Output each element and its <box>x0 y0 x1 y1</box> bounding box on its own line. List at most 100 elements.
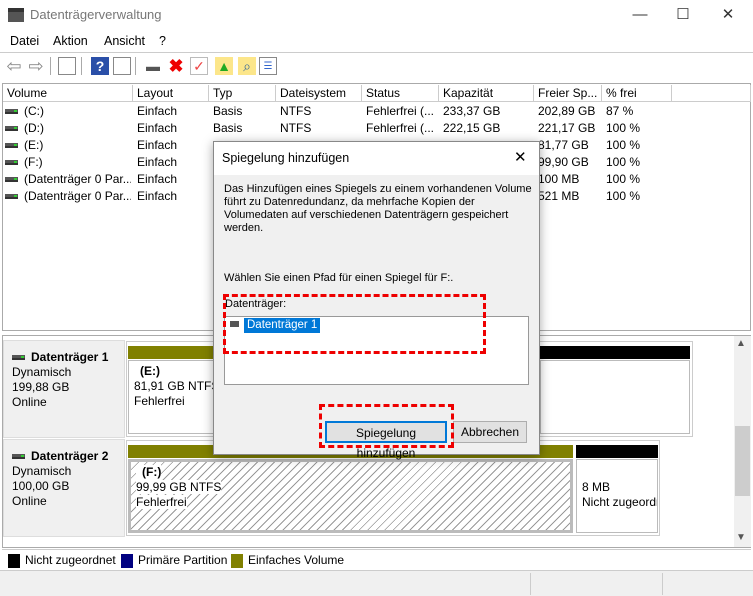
volume-name[interactable]: (D:) <box>5 120 131 137</box>
volume-name[interactable]: (F:) <box>5 154 131 171</box>
table-cell: Einfach <box>137 172 178 186</box>
dialog-prompt: Wählen Sie einen Pfad für einen Spiegel … <box>224 272 454 284</box>
dialog-close-button[interactable]: ✕ <box>514 148 527 166</box>
table-cell: 81,77 GB <box>538 138 589 152</box>
legend-simple-volume: Einfaches Volume <box>231 553 344 568</box>
column-header[interactable]: Dateisystem <box>276 85 362 102</box>
table-cell: Einfach <box>137 104 178 118</box>
disk-icon <box>12 454 25 460</box>
volume-icon <box>5 160 18 166</box>
unallocated-size: 8 MB <box>582 480 611 494</box>
menu-datei[interactable]: Datei <box>10 34 39 48</box>
add-mirror-dialog: Spiegelung hinzufügen ✕ Das Hinzufügen e… <box>213 141 540 460</box>
column-header[interactable]: Layout <box>133 85 209 102</box>
disk-state: Online <box>12 494 47 508</box>
legend: Nicht zugeordnet Primäre Partition Einfa… <box>2 549 751 569</box>
unallocated-space[interactable] <box>540 360 690 434</box>
cancel-button[interactable]: Abbrechen <box>453 421 527 443</box>
column-header[interactable]: Typ <box>209 85 276 102</box>
menu-aktion[interactable]: Aktion <box>53 34 88 48</box>
maximize-button[interactable]: ☐ <box>668 4 698 26</box>
volume-icon <box>5 143 18 149</box>
toolbar-separator <box>50 57 51 75</box>
table-cell: Fehlerfrei (... <box>366 104 435 118</box>
table-cell: 87 % <box>606 104 634 118</box>
table-cell: 221,17 GB <box>538 121 596 135</box>
table-cell: 100 % <box>606 172 641 186</box>
menu-help[interactable]: ? <box>159 34 166 48</box>
table-cell: 99,90 GB <box>538 155 589 169</box>
disk-name: Datenträger 1 <box>31 350 109 364</box>
column-header[interactable]: % frei <box>602 85 672 102</box>
disk-state: Online <box>12 395 47 409</box>
highlight-add-button <box>319 404 454 448</box>
window-title: Datenträgerverwaltung <box>30 7 162 22</box>
dialog-title: Spiegelung hinzufügen <box>214 142 539 175</box>
legend-primary: Primäre Partition <box>121 553 227 568</box>
toolbar-separator <box>81 57 82 75</box>
forward-icon[interactable]: ⇨ <box>27 56 45 76</box>
table-cell: Einfach <box>137 189 178 203</box>
back-icon[interactable]: ⇦ <box>5 56 23 76</box>
disk-1-label[interactable]: Datenträger 1 Dynamisch 199,88 GB Online <box>3 340 125 438</box>
scroll-down-icon[interactable]: ▼ <box>736 532 746 543</box>
minimize-button[interactable]: — <box>625 4 655 26</box>
up-folder-icon[interactable]: ▲ <box>215 57 233 75</box>
partition-size: 99,99 GB NTFS <box>136 480 222 494</box>
table-cell: Einfach <box>137 138 178 152</box>
volume-icon <box>5 194 18 200</box>
dialog-description: Das Hinzufügen eines Spiegels zu einem v… <box>224 183 532 234</box>
disk-size: 100,00 GB <box>12 479 70 493</box>
column-header[interactable]: Freier Sp... <box>534 85 602 102</box>
partition-label: (F:) <box>136 465 162 480</box>
unallocated-space[interactable]: 8 MB Nicht zugeordnet <box>576 459 658 533</box>
disk-name: Datenträger 2 <box>31 449 109 463</box>
volume-name[interactable]: (E:) <box>5 137 131 154</box>
column-header[interactable]: Volume <box>3 85 133 102</box>
scroll-up-icon[interactable]: ▲ <box>736 338 746 349</box>
disk-type: Dynamisch <box>12 365 72 379</box>
unallocated-bar <box>540 346 690 359</box>
table-cell: 202,89 GB <box>538 104 596 118</box>
disk-icon <box>12 355 25 361</box>
table-cell: 100 % <box>606 121 641 135</box>
delete-icon[interactable]: ✖ <box>167 56 185 76</box>
table-cell: Basis <box>213 121 243 135</box>
volume-name[interactable]: (C:) <box>5 103 131 120</box>
connect-disk-icon[interactable]: ▬ <box>144 57 162 75</box>
action-pane-icon[interactable] <box>113 57 131 75</box>
list-icon[interactable]: ☰ <box>259 57 277 75</box>
menu-ansicht[interactable]: Ansicht <box>104 34 145 48</box>
column-header[interactable] <box>672 85 751 102</box>
partition-f-selected[interactable]: (F:) 99,99 GB NTFS Fehlerfrei <box>128 459 573 533</box>
table-cell: 100 % <box>606 138 641 152</box>
unallocated-status: Nicht zugeordnet <box>582 495 657 509</box>
help-icon[interactable]: ? <box>91 57 109 75</box>
disk-management-app-icon <box>8 8 24 22</box>
table-cell: 233,37 GB <box>443 104 501 118</box>
search-folder-icon[interactable]: ⌕ <box>238 57 256 75</box>
volume-icon <box>5 109 18 115</box>
disk-2-label[interactable]: Datenträger 2 Dynamisch 100,00 GB Online <box>3 439 125 537</box>
volume-name[interactable]: (Datenträger 0 Par... <box>5 188 131 205</box>
toolbar-separator <box>135 57 136 75</box>
column-header[interactable]: Kapazität <box>439 85 534 102</box>
properties-icon[interactable]: ✓ <box>190 57 208 75</box>
vertical-scrollbar[interactable]: ▲ ▼ <box>734 336 751 547</box>
table-cell: 521 MB <box>538 189 580 203</box>
highlight-disk-selection <box>223 294 486 354</box>
scroll-thumb[interactable] <box>735 426 750 496</box>
table-cell: 100 % <box>606 155 641 169</box>
legend-unallocated: Nicht zugeordnet <box>8 553 116 568</box>
column-header[interactable]: Status <box>362 85 439 102</box>
partition-status: Fehlerfrei <box>136 495 187 509</box>
close-button[interactable]: ✕ <box>713 4 743 26</box>
table-cell: NTFS <box>280 104 312 118</box>
table-cell: Einfach <box>137 121 178 135</box>
disk-type: Dynamisch <box>12 464 72 478</box>
status-bar <box>0 570 753 596</box>
table-cell: 222,15 GB <box>443 121 501 135</box>
volume-name[interactable]: (Datenträger 0 Par... <box>5 171 131 188</box>
table-cell: 100 % <box>606 189 641 203</box>
console-tree-icon[interactable] <box>58 57 76 75</box>
